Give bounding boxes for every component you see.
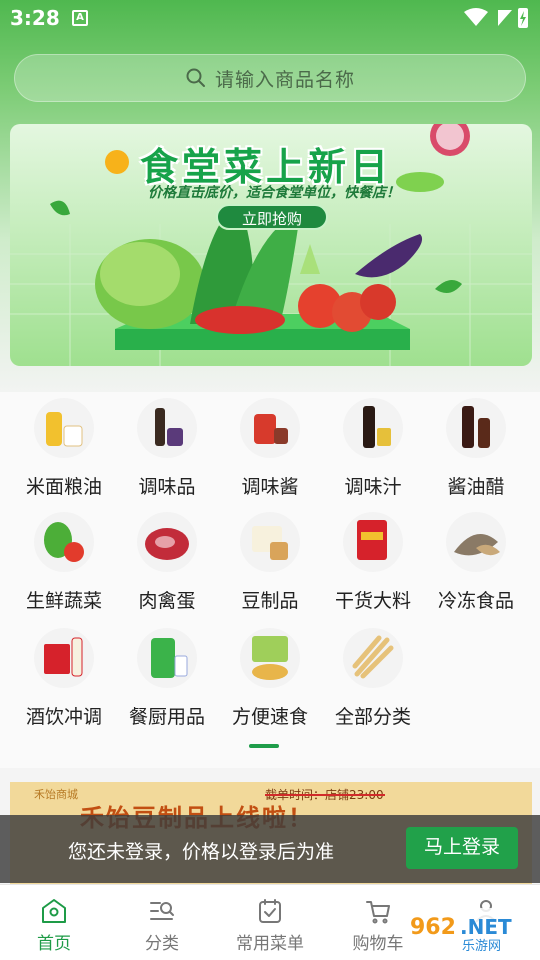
- promo-brand: 禾饴商城: [34, 788, 78, 801]
- liquor-icon: [34, 628, 94, 688]
- meat-icon: [137, 512, 197, 572]
- category-item[interactable]: 餐厨用品: [113, 628, 221, 729]
- category-item[interactable]: 干货大料: [319, 512, 427, 613]
- category-item[interactable]: 生鲜蔬菜: [10, 512, 118, 613]
- seasoning-icon: [137, 398, 197, 458]
- category-item[interactable]: 冷冻食品: [422, 512, 530, 613]
- kitchen-supplies-icon: [137, 628, 197, 688]
- vegetable-icon: [34, 512, 94, 572]
- category-search-icon: [150, 902, 174, 920]
- search-icon: [186, 68, 205, 87]
- sauce-jar-icon: [240, 398, 300, 458]
- category-item[interactable]: 全部分类: [319, 628, 427, 729]
- category-item[interactable]: 方便速食: [216, 628, 324, 729]
- category-grid: 米面粮油 调味品 调味酱 调味汁 酱油醋 生鲜蔬菜 肉禽蛋 豆制品 干货大料 冷…: [0, 392, 540, 768]
- all-categories-icon: [343, 628, 403, 688]
- cart-icon: [366, 901, 390, 924]
- svg-text:.NET: .NET: [460, 915, 512, 939]
- tofu-icon: [240, 512, 300, 572]
- promo-strike-line: [265, 794, 385, 796]
- calendar-check-icon: [259, 899, 281, 923]
- home-icon: [42, 899, 66, 923]
- category-item[interactable]: 调味酱: [216, 398, 324, 499]
- frozen-food-icon: [446, 512, 506, 572]
- tab-common-menu[interactable]: 常用菜单: [216, 885, 324, 960]
- login-message: 您还未登录，价格以登录后为准: [68, 841, 335, 863]
- category-item[interactable]: 调味汁: [319, 398, 427, 499]
- svg-text:乐游网: 乐游网: [462, 939, 501, 954]
- soy-vinegar-icon: [446, 398, 506, 458]
- status-bar: 3:28 A: [0, 0, 540, 36]
- grain-oil-icon: [34, 398, 94, 458]
- tab-category[interactable]: 分类: [108, 885, 216, 960]
- page-indicator: [249, 744, 279, 748]
- dried-goods-icon: [343, 512, 403, 572]
- instant-food-icon: [240, 628, 300, 688]
- category-item[interactable]: 调味品: [113, 398, 221, 499]
- watermark-logo: 962 .NET 乐游网: [404, 908, 534, 954]
- login-button[interactable]: 马上登录: [406, 827, 518, 869]
- search-placeholder: 请输入商品名称: [214, 68, 355, 91]
- sauce-bottle-icon: [343, 398, 403, 458]
- status-time: 3:28: [10, 6, 60, 30]
- svg-text:962: 962: [410, 915, 456, 940]
- search-bar[interactable]: 请输入商品名称: [14, 54, 526, 102]
- wifi-battery-icon: [464, 8, 528, 28]
- banner-buy-button[interactable]: 立即抢购: [216, 204, 328, 230]
- banner-subtitle: 价格直击底价，适合食堂单位，快餐店！: [148, 185, 400, 201]
- login-prompt-bar: 您还未登录，价格以登录后为准 马上登录: [0, 815, 540, 883]
- category-item[interactable]: 米面粮油: [10, 398, 118, 499]
- notification-icon: A: [72, 10, 88, 26]
- category-item[interactable]: 豆制品: [216, 512, 324, 613]
- tab-home[interactable]: 首页: [0, 885, 108, 960]
- category-item[interactable]: 肉禽蛋: [113, 512, 221, 613]
- category-item[interactable]: 酱油醋: [422, 398, 530, 499]
- promo-banner[interactable]: 食堂菜上新日 价格直击底价，适合食堂单位，快餐店！ 立即抢购: [10, 124, 532, 366]
- category-item[interactable]: 酒饮冲调: [10, 628, 118, 729]
